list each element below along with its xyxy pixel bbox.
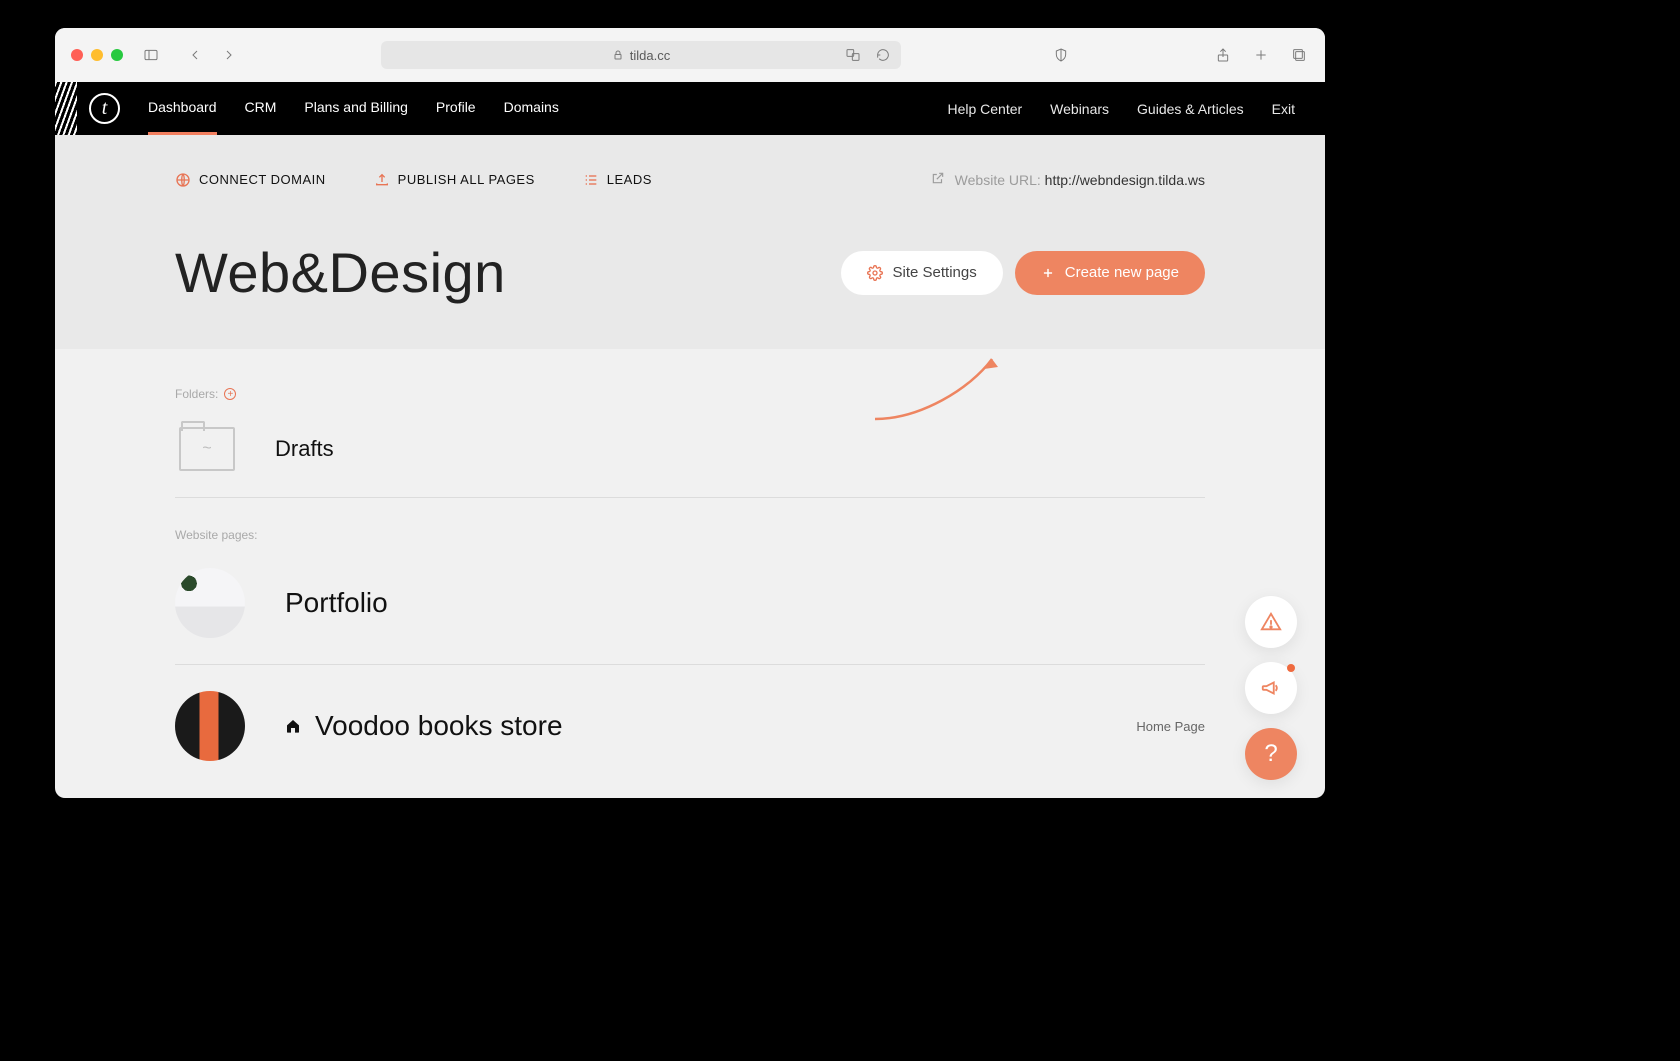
upload-icon xyxy=(374,172,390,188)
subheader: CONNECT DOMAIN PUBLISH ALL PAGES LEADS W… xyxy=(55,135,1325,349)
website-pages-label: Website pages: xyxy=(175,528,1205,542)
leads-link[interactable]: LEADS xyxy=(583,172,652,188)
title-row: Web&Design Site Settings Create new page xyxy=(175,240,1205,349)
nav-primary: Dashboard CRM Plans and Billing Profile … xyxy=(148,82,559,135)
tabs-overview-icon[interactable] xyxy=(1289,45,1309,65)
website-url: Website URL: http://webndesign.tilda.ws xyxy=(931,171,1205,188)
top-nav: t Dashboard CRM Plans and Billing Profil… xyxy=(55,82,1325,135)
page-title: Voodoo books store xyxy=(315,710,563,742)
nav-dashboard[interactable]: Dashboard xyxy=(148,82,217,135)
privacy-shield-icon[interactable] xyxy=(1051,45,1071,65)
back-button[interactable] xyxy=(185,45,205,65)
nav-exit[interactable]: Exit xyxy=(1272,101,1295,117)
page-row-voodoo[interactable]: Voodoo books store Home Page xyxy=(175,665,1205,787)
question-mark-icon: ? xyxy=(1264,740,1277,768)
traffic-lights xyxy=(71,49,123,61)
divider xyxy=(175,497,1205,498)
browser-window: tilda.cc xyxy=(55,28,1325,798)
page-thumbnail xyxy=(175,568,245,638)
announcements-button[interactable] xyxy=(1245,662,1297,714)
reload-icon[interactable] xyxy=(873,45,893,65)
website-url-label: Website URL: xyxy=(955,172,1045,188)
create-new-page-button[interactable]: Create new page xyxy=(1015,251,1205,295)
connect-domain-link[interactable]: CONNECT DOMAIN xyxy=(175,172,326,188)
warning-triangle-icon xyxy=(1260,611,1282,633)
external-link-icon xyxy=(931,172,949,188)
site-settings-label: Site Settings xyxy=(893,264,977,281)
nav-domains[interactable]: Domains xyxy=(504,82,559,135)
megaphone-icon xyxy=(1260,677,1282,699)
address-bar[interactable]: tilda.cc xyxy=(381,41,901,69)
page-thumbnail xyxy=(175,691,245,761)
browser-chrome: tilda.cc xyxy=(55,28,1325,82)
new-tab-icon[interactable] xyxy=(1251,45,1271,65)
publish-all-label: PUBLISH ALL PAGES xyxy=(398,172,535,187)
folders-label: Folders: + xyxy=(175,387,1205,401)
nav-crm[interactable]: CRM xyxy=(245,82,277,135)
forward-button[interactable] xyxy=(219,45,239,65)
subheader-actions: CONNECT DOMAIN PUBLISH ALL PAGES LEADS W… xyxy=(175,171,1205,188)
folder-drafts[interactable]: ~ Drafts xyxy=(175,401,1205,497)
nav-plans-billing[interactable]: Plans and Billing xyxy=(304,82,408,135)
share-icon[interactable] xyxy=(1213,45,1233,65)
address-bar-text: tilda.cc xyxy=(630,48,670,63)
window-close-button[interactable] xyxy=(71,49,83,61)
alert-button[interactable] xyxy=(1245,596,1297,648)
help-button[interactable]: ? xyxy=(1245,728,1297,780)
notification-dot xyxy=(1287,664,1295,672)
sidebar-toggle-icon[interactable] xyxy=(141,45,161,65)
site-title: Web&Design xyxy=(175,240,506,305)
nav-profile[interactable]: Profile xyxy=(436,82,476,135)
floating-buttons: ? xyxy=(1245,596,1297,780)
folder-title: Drafts xyxy=(275,436,334,462)
nav-guides-articles[interactable]: Guides & Articles xyxy=(1137,101,1244,117)
tilda-logo[interactable]: t xyxy=(89,93,120,124)
add-folder-icon[interactable]: + xyxy=(224,388,236,400)
gear-icon xyxy=(867,265,883,281)
leads-icon xyxy=(583,172,599,188)
window-minimize-button[interactable] xyxy=(91,49,103,61)
home-icon xyxy=(285,718,301,734)
leads-label: LEADS xyxy=(607,172,652,187)
lock-icon xyxy=(612,49,624,61)
plus-icon xyxy=(1041,266,1055,280)
page-row-portfolio[interactable]: Portfolio xyxy=(175,542,1205,664)
nav-webinars[interactable]: Webinars xyxy=(1050,101,1109,117)
window-zoom-button[interactable] xyxy=(111,49,123,61)
publish-all-link[interactable]: PUBLISH ALL PAGES xyxy=(374,172,535,188)
home-page-tag: Home Page xyxy=(1136,719,1205,734)
translate-icon[interactable] xyxy=(843,45,863,65)
main-content: Folders: + ~ Drafts Website pages: Portf… xyxy=(55,349,1325,787)
decorative-wave xyxy=(55,82,77,135)
create-new-page-label: Create new page xyxy=(1065,264,1179,281)
nav-secondary: Help Center Webinars Guides & Articles E… xyxy=(947,101,1295,117)
page-title: Portfolio xyxy=(285,587,388,619)
connect-domain-label: CONNECT DOMAIN xyxy=(199,172,326,187)
website-url-value[interactable]: http://webndesign.tilda.ws xyxy=(1045,172,1205,188)
globe-icon xyxy=(175,172,191,188)
nav-help-center[interactable]: Help Center xyxy=(947,101,1022,117)
folder-icon: ~ xyxy=(179,427,235,471)
site-settings-button[interactable]: Site Settings xyxy=(841,251,1003,295)
